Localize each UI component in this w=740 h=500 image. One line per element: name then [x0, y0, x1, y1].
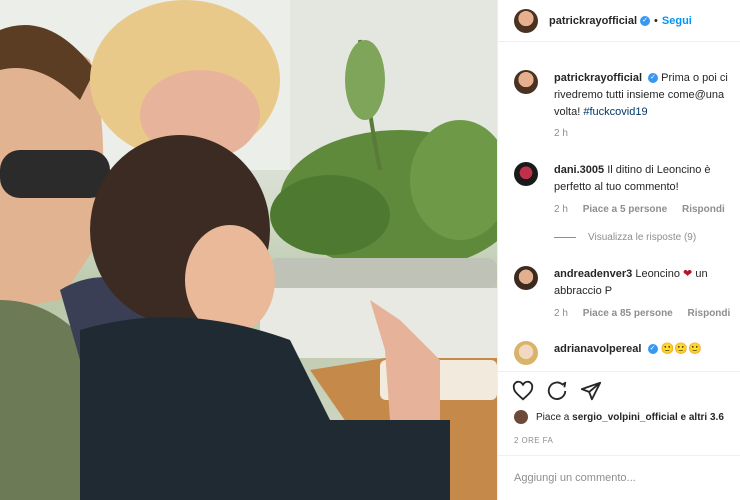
comment-text: andreadenver3 Leoncino ❤ un abbraccio P	[554, 266, 740, 300]
post-header: patrickrayofficial ✓ • Segui	[498, 0, 740, 42]
liked-by-others[interactable]: e altri 3.6	[681, 412, 724, 423]
comment-time[interactable]: 2 h	[554, 204, 568, 215]
photo-illustration	[0, 0, 497, 500]
comment-body: 🙂🙂🙂	[660, 343, 702, 355]
replies-divider	[554, 237, 576, 238]
add-comment-bar	[498, 455, 740, 500]
post-photo[interactable]	[0, 0, 497, 500]
liked-by-user[interactable]: sergio_volpini_official	[572, 412, 678, 423]
comment-text: dani.3005 Il ditino di Leoncino è perfet…	[554, 162, 740, 196]
heart-emoji-icon: ❤	[683, 268, 693, 280]
comment-username[interactable]: adrianavolpereal	[554, 343, 641, 355]
caption-username[interactable]: patrickrayofficial	[554, 72, 642, 84]
comment-body-start: Leoncino	[635, 268, 680, 280]
share-icon[interactable]	[580, 380, 602, 402]
view-replies-label: Visualizza le risposte (9)	[588, 232, 697, 243]
comment-username[interactable]: andreadenver3	[554, 268, 632, 280]
follow-button[interactable]: Segui	[662, 15, 692, 27]
avatar[interactable]	[514, 341, 538, 365]
caption-time[interactable]: 2 h	[554, 128, 568, 139]
comment-likes[interactable]: Piace a 5 persone	[583, 204, 668, 215]
verified-icon: ✓	[647, 344, 658, 355]
verified-icon: ✓	[648, 73, 659, 84]
post-time-ago[interactable]: 2 ORE FA	[514, 436, 553, 445]
comment-meta: 2 h Piace a 5 persone Rispondi	[554, 204, 737, 215]
avatar[interactable]	[514, 266, 538, 290]
liked-by: Piace a sergio_volpini_official e altri …	[514, 410, 724, 424]
header-username[interactable]: patrickrayofficial	[549, 15, 637, 27]
add-comment-input[interactable]	[514, 472, 714, 484]
view-replies-button[interactable]: Visualizza le risposte (9)	[554, 232, 696, 243]
hashtag-link[interactable]: #fuckcovid19	[583, 106, 647, 118]
comment-username[interactable]: dani.3005	[554, 164, 604, 176]
reply-button[interactable]: Rispondi	[682, 204, 725, 215]
avatar[interactable]	[514, 410, 528, 424]
caption-text: patrickrayofficial ✓ Prima o poi ci rive…	[554, 70, 740, 121]
heart-icon[interactable]	[512, 380, 534, 402]
avatar[interactable]	[514, 162, 538, 186]
comment-likes[interactable]: Piace a 85 persone	[583, 308, 673, 319]
avatar[interactable]	[514, 70, 538, 94]
comment-icon[interactable]	[546, 380, 568, 402]
liked-by-prefix: Piace a	[536, 411, 570, 423]
instagram-post-view: patrickrayofficial ✓ • Segui patrickrayo…	[0, 0, 740, 500]
comment-meta: 2 h Piace a 85 persone Rispondi	[554, 308, 740, 319]
reply-button[interactable]: Rispondi	[688, 308, 731, 319]
post-side-panel: patrickrayofficial ✓ • Segui patrickrayo…	[497, 0, 740, 500]
avatar[interactable]	[514, 8, 538, 33]
comment-text: adrianavolpereal ✓ 🙂🙂🙂	[554, 341, 740, 358]
caption-meta: 2 h	[554, 128, 580, 139]
comment-time[interactable]: 2 h	[554, 308, 568, 319]
action-bar	[498, 371, 740, 409]
verified-icon: ✓	[640, 15, 651, 26]
header-separator: •	[654, 14, 658, 27]
